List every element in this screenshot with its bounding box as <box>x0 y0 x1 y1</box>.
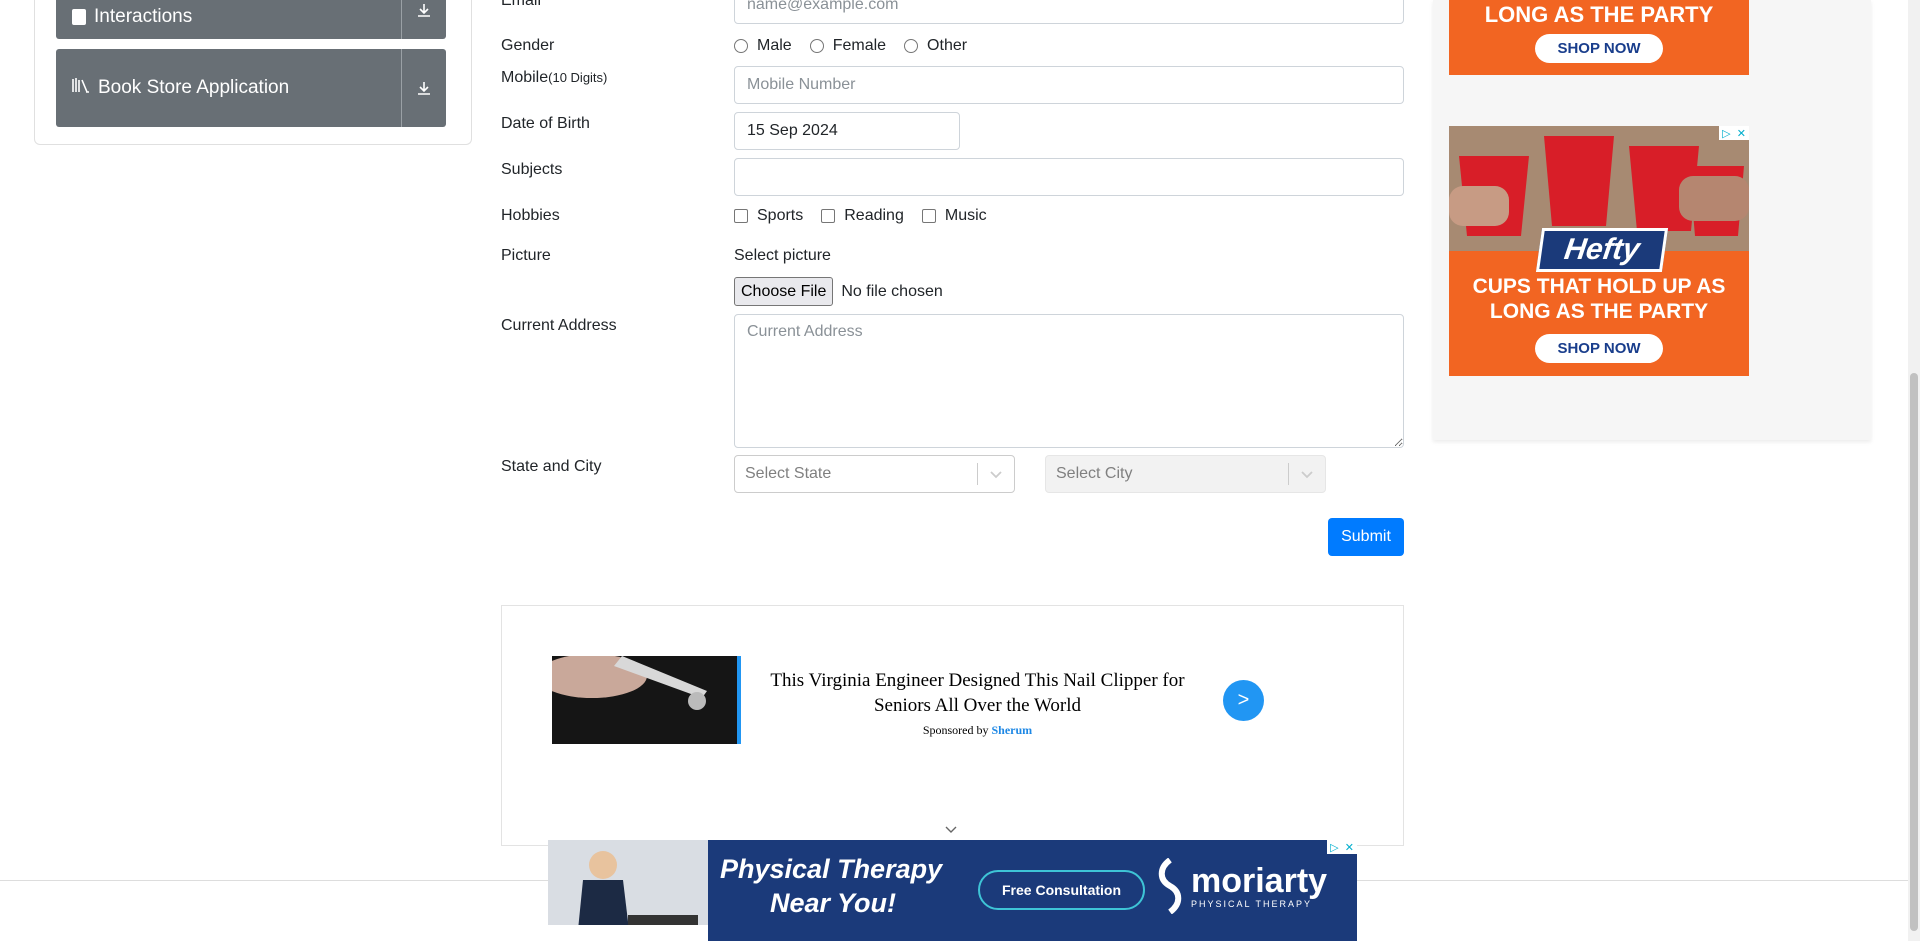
gender-other-option[interactable]: Other <box>904 37 967 55</box>
mobile-field[interactable] <box>734 66 1404 104</box>
books-icon <box>72 77 90 99</box>
scrollbar-thumb[interactable] <box>1910 373 1918 931</box>
checkbox-sports[interactable] <box>734 209 748 223</box>
dob-field[interactable]: 15 Sep 2024 <box>734 112 960 150</box>
dob-label: Date of Birth <box>501 115 590 132</box>
picture-label: Picture <box>501 247 551 264</box>
address-textarea[interactable] <box>734 314 1404 448</box>
ad-choices-icon[interactable]: ▷ ✕ <box>1327 840 1357 854</box>
gender-radio-group: Male Female Other <box>734 37 985 55</box>
city-select[interactable]: Select City <box>1045 455 1326 493</box>
moriarty-logo: moriarty PHYSICAL THERAPY <box>1153 858 1327 914</box>
mobile-label-text: Mobile <box>501 69 549 86</box>
chevron-down-icon[interactable] <box>978 469 1014 479</box>
checkbox-reading[interactable] <box>821 209 836 223</box>
sponsored-text: Sponsored by <box>922 723 989 737</box>
sidebar-item-label: Book Store Application <box>98 77 290 98</box>
sidebar-item-book-store[interactable]: Book Store Application <box>56 49 446 127</box>
promo-arrow-button[interactable]: > <box>1223 680 1264 721</box>
moriarty-subtitle: PHYSICAL THERAPY <box>1191 899 1313 909</box>
sponsor-name[interactable]: Sherum <box>992 723 1033 737</box>
address-label: Current Address <box>501 317 617 334</box>
hefty-ad[interactable]: Hefty CUPS THAT HOLD UP AS LONG AS THE P… <box>1449 126 1749 376</box>
mobile-label: Mobile(10 Digits) <box>501 69 607 87</box>
state-select[interactable]: Select State <box>734 455 1015 493</box>
sidebar-item-label: Interactions <box>94 5 193 27</box>
choose-file-button[interactable]: Choose File <box>734 277 834 306</box>
no-file-text: No file chosen <box>841 282 943 300</box>
hefty-logo: Hefty <box>1535 228 1669 272</box>
shop-now-wrap: SHOP NOW <box>1449 334 1749 363</box>
hobbies-label: Hobbies <box>501 207 560 224</box>
radio-label: Male <box>757 37 792 54</box>
free-consultation-button[interactable]: Free Consultation <box>978 870 1146 910</box>
therapy-photo <box>548 840 708 941</box>
state-city-label: State and City <box>501 458 602 475</box>
hobby-reading-option[interactable]: Reading <box>821 207 904 225</box>
radio-label: Other <box>927 37 968 54</box>
promo-accent-bar <box>737 656 741 744</box>
chevron-down-icon[interactable] <box>944 822 958 840</box>
close-icon[interactable]: ✕ <box>1345 841 1354 854</box>
state-placeholder: Select State <box>745 465 832 482</box>
hobbies-checkbox-group: Sports Reading Music <box>734 207 1005 225</box>
hobby-sports-option[interactable]: Sports <box>734 207 803 225</box>
radio-label: Female <box>832 37 887 54</box>
select-picture-label: Select picture <box>734 247 831 264</box>
moriarty-wordmark: moriarty <box>1191 862 1328 900</box>
checkbox-label: Reading <box>844 207 904 224</box>
email-label: Email <box>501 0 542 9</box>
promo-sponsored: Sponsored by Sherum <box>750 723 1205 738</box>
gender-male-option[interactable]: Male <box>734 37 792 55</box>
subjects-input[interactable] <box>734 158 1404 196</box>
file-upload: Choose File No file chosen <box>734 277 943 306</box>
ad-headline-line2: Near You! <box>770 888 897 918</box>
moriarty-ad[interactable]: Physical Therapy Near You! Free Consulta… <box>548 840 1357 941</box>
ad-text: LONG AS THE PARTY <box>1484 2 1714 27</box>
ad-headline-line1: Physical Therapy <box>720 854 943 884</box>
gender-label: Gender <box>501 37 555 54</box>
hobby-music-option[interactable]: Music <box>921 207 987 225</box>
checkbox-label: Sports <box>757 207 804 224</box>
close-icon[interactable]: ✕ <box>1737 127 1746 140</box>
sidebar-item-interactions[interactable]: Interactions <box>56 0 446 39</box>
download-icon[interactable] <box>401 0 446 39</box>
chevron-down-icon[interactable] <box>1289 469 1325 479</box>
submit-button[interactable]: Submit <box>1328 518 1404 556</box>
hefty-tagline: CUPS THAT HOLD UP AS LONG AS THE PARTY <box>1472 275 1726 323</box>
moriarty-logo-icon <box>1158 858 1182 914</box>
ad-choices-icon[interactable]: ▷ ✕ <box>1719 126 1749 140</box>
promo-image[interactable] <box>552 656 737 744</box>
email-field[interactable] <box>734 0 1404 24</box>
subjects-label: Subjects <box>501 161 563 178</box>
promo-title[interactable]: This Virginia Engineer Designed This Nai… <box>750 668 1205 718</box>
mobile-hint: (10 Digits) <box>548 70 608 85</box>
ad-headline: Physical Therapy Near You! <box>720 852 942 920</box>
hefty-ad-top[interactable]: LONG AS THE PARTY SHOP NOW <box>1449 0 1749 75</box>
gender-female-option[interactable]: Female <box>809 37 887 55</box>
interactions-icon <box>72 8 86 25</box>
radio-male[interactable] <box>734 39 748 53</box>
radio-female[interactable] <box>809 39 824 53</box>
shop-now-button[interactable]: SHOP NOW <box>1535 34 1663 63</box>
shop-now-button[interactable]: SHOP NOW <box>1535 334 1663 363</box>
checkbox-label: Music <box>944 207 987 224</box>
download-icon[interactable] <box>401 49 446 127</box>
checkbox-music[interactable] <box>921 209 936 223</box>
radio-other[interactable] <box>904 39 919 53</box>
city-placeholder: Select City <box>1056 465 1133 482</box>
